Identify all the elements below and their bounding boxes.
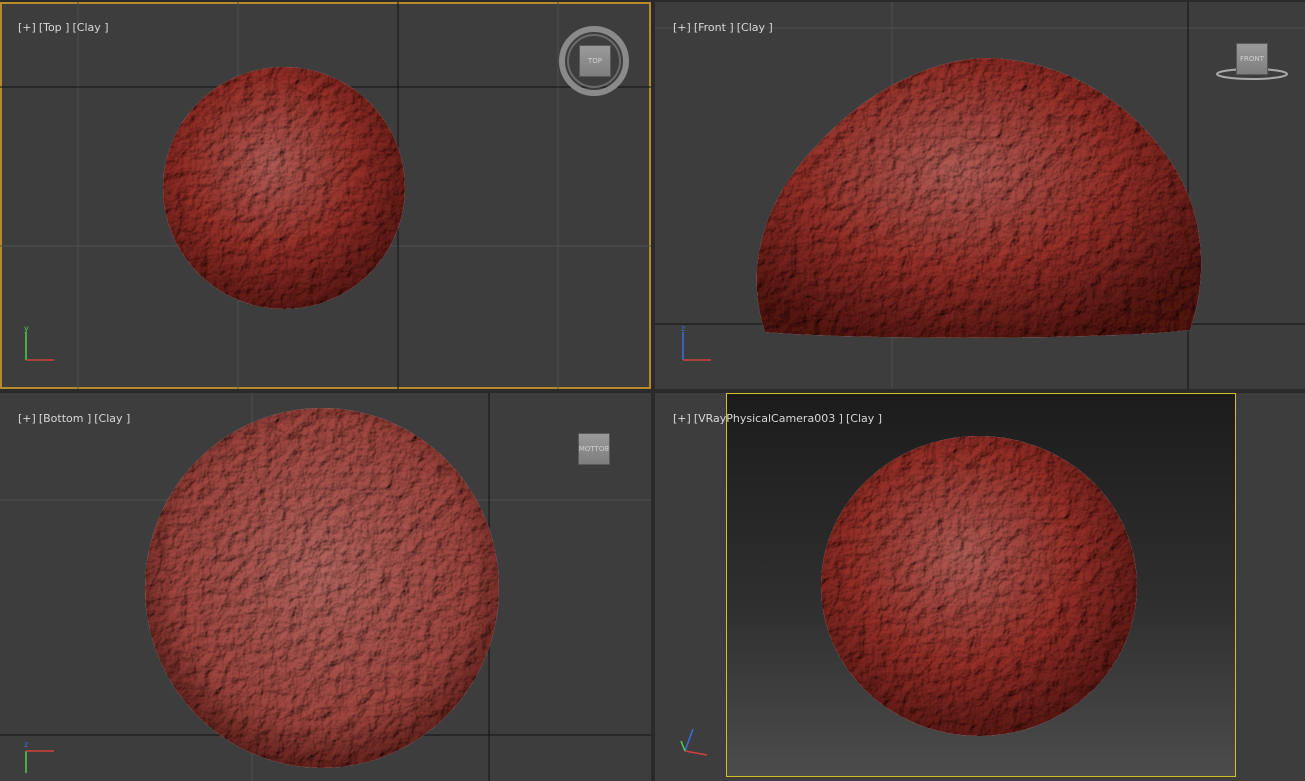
viewport-label: [+] [VRayPhysicalCamera003 ] [Clay ] [659,399,885,438]
viewport-label: [+] [Front ] [Clay ] [659,8,776,47]
disk-object[interactable] [140,403,505,773]
axis-tripod-icon: z [681,324,711,361]
shading-mode-label[interactable]: [Clay ] [94,412,130,425]
viewcube-front[interactable]: FRONT [1236,43,1268,75]
viewport-top[interactable]: [+] [Top ] [Clay ] TOP y [0,2,651,389]
viewport-camera[interactable]: [+] [VRayPhysicalCamera003 ] [Clay ] [655,393,1305,781]
view-mode-label[interactable]: [Front ] [694,21,734,34]
svg-text:z: z [681,324,685,333]
axis-tripod-icon: y [24,324,54,361]
svg-text:y: y [24,324,29,333]
viewport-front[interactable]: [+] [Front ] [Clay ] FRONT z [655,2,1305,389]
shading-mode-label[interactable]: [Clay ] [72,21,108,34]
view-mode-label[interactable]: [Top ] [39,21,70,34]
viewport-menu-plus[interactable]: [+] [673,21,691,34]
viewport-label: [+] [Bottom ] [Clay ] [4,399,133,438]
view-mode-label[interactable]: [VRayPhysicalCamera003 ] [694,412,843,425]
hemisphere-object[interactable] [750,52,1210,342]
viewcube-bottom[interactable]: BOTTOM [578,433,610,465]
viewport-menu-plus[interactable]: [+] [18,21,36,34]
axis-tripod-icon [680,728,708,756]
shading-mode-label[interactable]: [Clay ] [737,21,773,34]
sphere-object[interactable] [160,64,410,314]
viewport-menu-plus[interactable]: [+] [18,412,36,425]
axis-tripod-icon: z [24,740,54,773]
sphere-object[interactable] [818,433,1143,743]
svg-text:z: z [24,740,28,749]
shading-mode-label[interactable]: [Clay ] [846,412,882,425]
viewport-bottom[interactable]: [+] [Bottom ] [Clay ] BOTTOM z [0,393,651,781]
viewport-menu-plus[interactable]: [+] [673,412,691,425]
view-mode-label[interactable]: [Bottom ] [39,412,91,425]
viewport-label: [+] [Top ] [Clay ] [4,8,112,47]
viewcube-top[interactable]: TOP [579,45,611,77]
